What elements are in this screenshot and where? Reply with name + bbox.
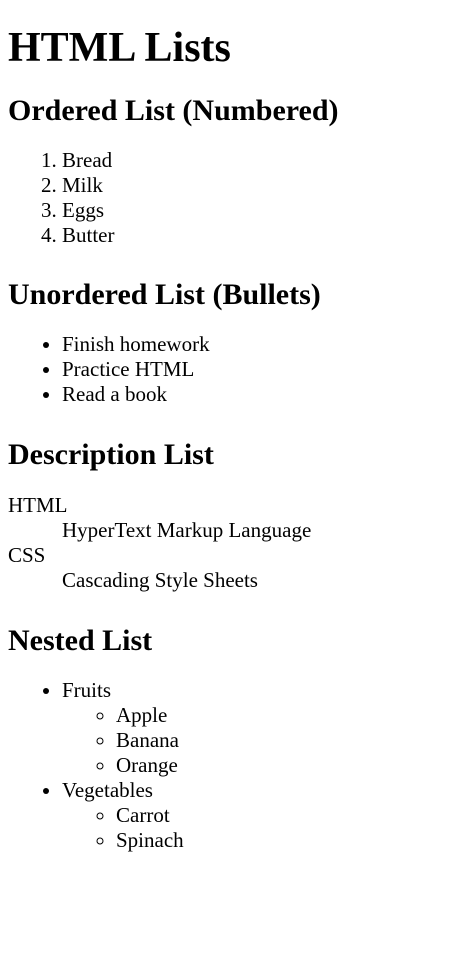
nested-list-heading: Nested List — [8, 624, 153, 657]
list-item: Spinach — [116, 828, 448, 853]
list-item: Carrot — [116, 803, 448, 828]
list-item: Orange — [116, 753, 448, 778]
list-item: Milk — [62, 173, 448, 198]
page-title: HTML Lists — [8, 25, 231, 71]
list-item: Eggs — [62, 198, 448, 223]
page-content: HTML Lists Ordered List (Numbered) Bread… — [0, 24, 456, 853]
list-item-vegetables: Vegetables Carrot Spinach — [62, 778, 448, 853]
list-item-fruits: Fruits Apple Banana Orange — [62, 678, 448, 778]
ordered-list: Bread Milk Eggs Butter — [8, 148, 448, 248]
nested-sublist: Carrot Spinach — [62, 803, 448, 853]
nested-list: Fruits Apple Banana Orange Vegetables Ca… — [8, 678, 448, 853]
list-item: Banana — [116, 728, 448, 753]
description-term: CSS — [8, 543, 46, 567]
nested-sublist: Apple Banana Orange — [62, 703, 448, 778]
description-list: HTML HyperText Markup Language CSS Casca… — [8, 493, 448, 593]
description-definition: HyperText Markup Language — [62, 518, 312, 542]
ordered-list-heading: Ordered List (Numbered) — [8, 94, 339, 127]
unordered-list-heading: Unordered List (Bullets) — [8, 278, 321, 311]
list-item: Butter — [62, 223, 448, 248]
list-item: Bread — [62, 148, 448, 173]
list-item-label: Fruits — [62, 678, 112, 702]
description-term: HTML — [8, 493, 68, 517]
description-definition: Cascading Style Sheets — [62, 568, 258, 592]
unordered-list: Finish homework Practice HTML Read a boo… — [8, 332, 448, 407]
list-item: Read a book — [62, 382, 448, 407]
description-list-heading: Description List — [8, 438, 214, 471]
list-item: Apple — [116, 703, 448, 728]
list-item: Practice HTML — [62, 357, 448, 382]
list-item: Finish homework — [62, 332, 448, 357]
list-item-label: Vegetables — [62, 778, 153, 802]
